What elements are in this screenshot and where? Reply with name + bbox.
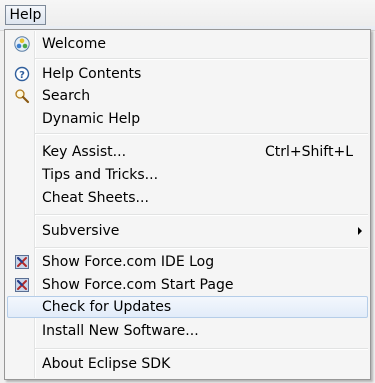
menu-item-label: Show Force.com IDE Log <box>42 254 215 270</box>
menu-separator <box>35 214 368 216</box>
menu-item-label: Install New Software... <box>42 323 199 339</box>
menu-item-key-assist[interactable]: Key Assist... Ctrl+Shift+L <box>7 141 368 163</box>
menu-item-dynamic-help[interactable]: Dynamic Help <box>7 108 368 130</box>
menu-item-label: Cheat Sheets... <box>42 190 149 206</box>
menu-item-label: About Eclipse SDK <box>42 356 171 372</box>
menu-item-label: Welcome <box>42 36 107 52</box>
menu-item-label: Tips and Tricks... <box>42 167 159 183</box>
menu-item-show-force-start-page[interactable]: Show Force.com Start Page <box>7 274 368 296</box>
menu-item-label: Help Contents <box>42 66 142 82</box>
help-menu-button[interactable]: Help <box>5 5 46 25</box>
menu-item-label: Search <box>42 88 91 104</box>
menu-separator <box>35 133 368 135</box>
menu-separator <box>35 348 368 350</box>
force-com-icon <box>15 255 29 269</box>
welcome-icon <box>14 36 30 52</box>
menu-item-welcome[interactable]: Welcome <box>7 33 368 55</box>
menu-item-label: Check for Updates <box>42 299 172 315</box>
menu-separator <box>35 58 368 60</box>
menu-item-help-contents[interactable]: ? Help Contents <box>7 63 368 85</box>
help-dropdown-menu: Welcome ? Help Contents Search Dynamic H… <box>4 29 371 380</box>
shortcut-key-assist: Ctrl+Shift+L <box>265 144 353 160</box>
svg-text:?: ? <box>19 70 25 81</box>
menu-item-label: Show Force.com Start Page <box>42 277 234 293</box>
menu-item-subversive[interactable]: Subversive <box>7 220 368 242</box>
search-icon <box>15 89 30 104</box>
menu-item-cheat-sheets[interactable]: Cheat Sheets... <box>7 187 368 209</box>
menu-item-show-force-ide-log[interactable]: Show Force.com IDE Log <box>7 251 368 273</box>
force-com-icon <box>15 278 29 292</box>
menu-separator <box>35 247 368 249</box>
menu-bar: Help <box>0 0 375 31</box>
menu-item-tips-and-tricks[interactable]: Tips and Tricks... <box>7 164 368 186</box>
menu-item-about-eclipse-sdk[interactable]: About Eclipse SDK <box>7 353 368 375</box>
menu-item-install-new-software[interactable]: Install New Software... <box>7 320 368 342</box>
menu-item-check-for-updates[interactable]: Check for Updates <box>7 296 368 318</box>
menu-item-label: Dynamic Help <box>42 111 141 127</box>
menu-item-label: Subversive <box>42 223 120 239</box>
submenu-arrow-icon <box>358 227 362 235</box>
menu-item-search[interactable]: Search <box>7 85 368 107</box>
help-contents-icon: ? <box>14 66 30 82</box>
menu-item-label: Key Assist... <box>42 144 127 160</box>
